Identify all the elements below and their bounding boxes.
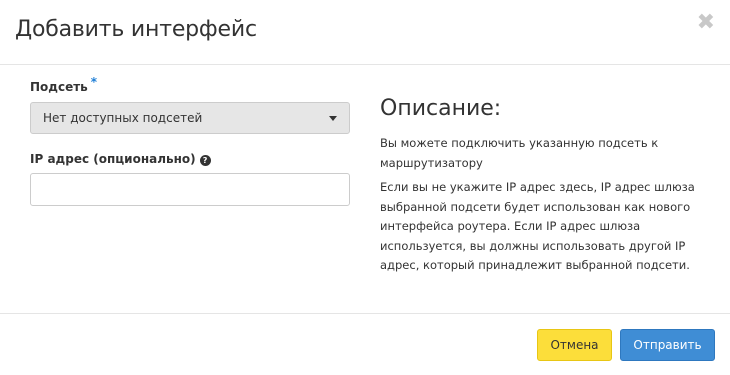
submit-button[interactable]: Отправить [620,329,715,361]
subnet-label-text: Подсеть [30,80,88,94]
add-interface-dialog: Добавить интерфейс ✖ Подсеть * Нет доступ… [0,0,730,375]
question-circle-icon[interactable]: ? [199,155,211,166]
ip-address-input[interactable] [30,173,350,206]
dialog-body: Подсеть * Нет доступных подсетей IP адрес… [0,65,730,313]
required-marker: * [90,75,98,89]
description-paragraph-2: Если вы не укажите IP адрес здесь, IP ад… [380,180,695,272]
subnet-field-label: Подсеть * [30,75,97,94]
dialog-header: Добавить интерфейс ✖ [0,0,730,65]
dialog-title: Добавить интерфейс [15,17,257,42]
dialog-footer: Отмена Отправить [0,313,730,375]
ip-field-label: IP адрес (опционально)? [30,152,211,166]
subnet-selected-value: Нет доступных подсетей [43,111,203,125]
cancel-button[interactable]: Отмена [537,329,612,361]
description-paragraph-1: Вы можете подключить указанную подсеть к… [380,136,659,170]
caret-down-icon [329,116,337,121]
subnet-select[interactable]: Нет доступных подсетей [30,102,350,134]
description-title: Описание: [380,96,502,121]
ip-label-text: IP адрес (опционально) [30,152,196,166]
close-icon[interactable]: ✖ [697,12,715,34]
